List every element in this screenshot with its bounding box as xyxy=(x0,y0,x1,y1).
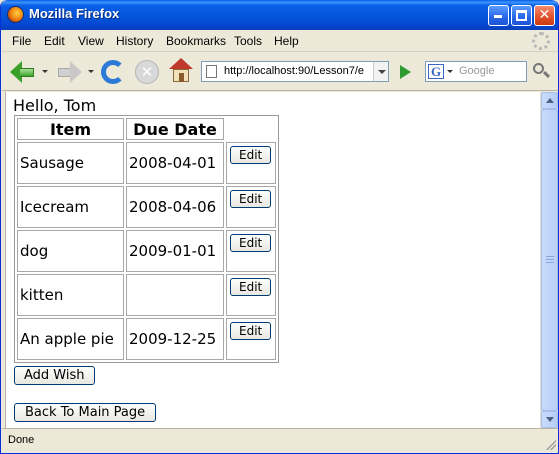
edit-button[interactable]: Edit xyxy=(230,234,272,252)
close-button[interactable]: ✕ xyxy=(534,5,555,26)
page-icon xyxy=(206,65,217,78)
close-icon: ✕ xyxy=(538,7,551,23)
action-cell: Edit xyxy=(226,186,276,228)
stop-icon[interactable]: ✕ xyxy=(135,60,159,84)
page-content: Hello, Tom Item Due Date Sausage 2008-04… xyxy=(5,92,540,428)
edit-button[interactable]: Edit xyxy=(230,322,272,340)
menu-file[interactable]: File xyxy=(12,34,31,48)
activity-throbber-icon xyxy=(532,32,550,50)
reload-icon[interactable] xyxy=(101,60,125,84)
url-text[interactable]: http://localhost:90/Lesson7/e xyxy=(224,65,370,77)
header-item: Item xyxy=(17,118,124,140)
action-cell: Edit xyxy=(226,274,276,316)
table-row: Icecream 2008-04-06 Edit xyxy=(17,186,276,228)
address-bar[interactable]: http://localhost:90/Lesson7/e xyxy=(201,61,389,82)
due-date-cell xyxy=(126,274,224,316)
forward-arrow-icon[interactable] xyxy=(56,60,82,84)
home-icon[interactable] xyxy=(169,58,193,84)
header-action xyxy=(226,118,276,140)
status-text: Done xyxy=(8,434,35,446)
menu-history[interactable]: History xyxy=(116,34,153,48)
url-history-dropdown-icon[interactable] xyxy=(373,62,388,81)
table-row: kitten Edit xyxy=(17,274,276,316)
back-history-dropdown-icon[interactable] xyxy=(42,70,48,73)
menu-view[interactable]: View xyxy=(78,34,104,48)
edit-button[interactable]: Edit xyxy=(230,190,272,208)
status-bar: Done xyxy=(2,428,558,452)
firefox-logo-icon xyxy=(7,6,24,23)
back-to-main-button[interactable]: Back To Main Page xyxy=(14,403,157,422)
scroll-thumb[interactable] xyxy=(541,109,558,411)
table-row: Sausage 2008-04-01 Edit xyxy=(17,142,276,184)
google-engine-icon[interactable]: G xyxy=(428,64,444,79)
action-cell: Edit xyxy=(226,142,276,184)
minimize-button[interactable] xyxy=(488,5,509,26)
table-row: An apple pie 2009-12-25 Edit xyxy=(17,318,276,360)
item-cell: Sausage xyxy=(17,142,124,184)
maximize-button[interactable] xyxy=(511,5,532,26)
edit-button[interactable]: Edit xyxy=(230,146,272,164)
greeting-text: Hello, Tom xyxy=(13,96,97,115)
header-due-date: Due Date xyxy=(126,118,224,140)
due-date-cell: 2009-01-01 xyxy=(126,230,224,272)
back-arrow-icon[interactable] xyxy=(10,60,36,84)
wish-table: Item Due Date Sausage 2008-04-01 Edit Ic… xyxy=(14,115,279,363)
maximize-icon xyxy=(516,10,527,21)
action-cell: Edit xyxy=(226,318,276,360)
edit-button[interactable]: Edit xyxy=(230,278,272,296)
search-bar[interactable]: G Google xyxy=(425,61,527,82)
item-cell: kitten xyxy=(17,274,124,316)
title-bar: Mozilla Firefox ✕ xyxy=(1,0,558,30)
table-row: dog 2009-01-01 Edit xyxy=(17,230,276,272)
due-date-cell: 2008-04-01 xyxy=(126,142,224,184)
scroll-down-arrow-icon[interactable] xyxy=(541,411,558,428)
menu-tools[interactable]: Tools xyxy=(234,34,262,48)
window-title: Mozilla Firefox xyxy=(29,6,120,21)
minimize-icon xyxy=(494,15,502,18)
menu-bookmarks[interactable]: Bookmarks xyxy=(166,34,226,48)
action-cell: Edit xyxy=(226,230,276,272)
search-engine-dropdown-icon[interactable] xyxy=(447,70,453,73)
navigation-toolbar: ✕ http://localhost:90/Lesson7/e G Google xyxy=(2,53,558,91)
vertical-scrollbar[interactable] xyxy=(540,92,558,428)
table-header-row: Item Due Date xyxy=(17,118,276,140)
item-cell: dog xyxy=(17,230,124,272)
due-date-cell: 2008-04-06 xyxy=(126,186,224,228)
browser-window: Mozilla Firefox ✕ File Edit View History… xyxy=(0,0,559,454)
search-placeholder[interactable]: Google xyxy=(459,65,494,77)
menu-bar: File Edit View History Bookmarks Tools H… xyxy=(2,30,558,52)
due-date-cell: 2009-12-25 xyxy=(126,318,224,360)
go-arrow-icon[interactable] xyxy=(395,63,415,81)
search-magnifier-icon[interactable] xyxy=(530,62,552,82)
item-cell: An apple pie xyxy=(17,318,124,360)
resize-grip-icon[interactable] xyxy=(546,440,556,450)
menu-help[interactable]: Help xyxy=(274,34,299,48)
scroll-up-arrow-icon[interactable] xyxy=(541,92,558,109)
scroll-grip-icon xyxy=(546,256,554,263)
item-cell: Icecream xyxy=(17,186,124,228)
add-wish-button[interactable]: Add Wish xyxy=(14,366,95,385)
menu-edit[interactable]: Edit xyxy=(44,34,65,48)
forward-history-dropdown-icon[interactable] xyxy=(88,70,94,73)
